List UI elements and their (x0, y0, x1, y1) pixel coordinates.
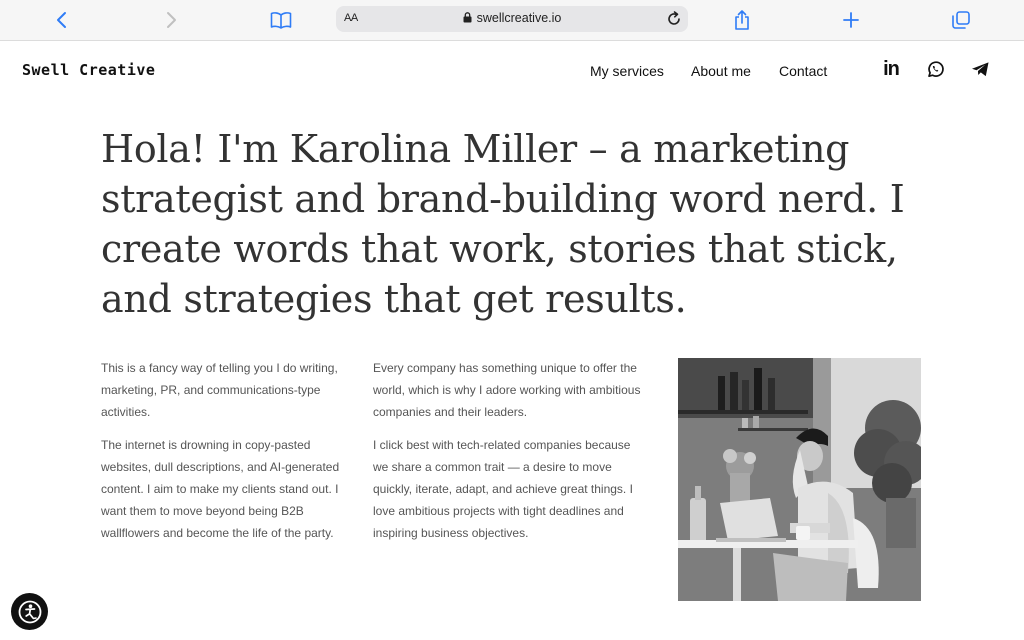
linkedin-icon[interactable]: in (880, 58, 902, 80)
book-icon[interactable] (268, 7, 294, 33)
chevron-right-icon[interactable] (158, 7, 184, 33)
plus-icon[interactable] (838, 7, 864, 33)
linkedin-icon-label: in (883, 58, 900, 80)
share-icon[interactable] (729, 7, 755, 33)
site-logo[interactable]: Swell Creative (22, 61, 155, 79)
accessibility-icon[interactable] (11, 593, 48, 630)
intro-column-left: This is a fancy way of telling you I do … (101, 358, 351, 556)
portrait-photo (678, 358, 921, 601)
chevron-left-icon[interactable] (49, 7, 75, 33)
url-field[interactable]: swellcreative.io (336, 11, 688, 26)
browser-toolbar: AA swellcreative.io (0, 0, 1024, 41)
whatsapp-icon[interactable] (924, 58, 946, 80)
telegram-icon[interactable] (969, 58, 991, 80)
paragraph: I click best with tech-related companies… (373, 438, 633, 540)
nav-my-services[interactable]: My services (590, 63, 664, 79)
reload-icon[interactable] (665, 10, 683, 33)
intro-column-right: Every company has something unique to of… (373, 358, 641, 556)
nav-about-me[interactable]: About me (691, 63, 751, 79)
tabs-icon[interactable] (948, 7, 974, 33)
url-text: swellcreative.io (476, 11, 562, 25)
paragraph: This is a fancy way of telling you I do … (101, 361, 338, 419)
paragraph: Every company has something unique to of… (373, 361, 641, 419)
lock-icon (463, 12, 472, 26)
address-bar[interactable]: AA swellcreative.io (336, 6, 688, 32)
paragraph: The internet is drowning in copy-pasted … (101, 438, 340, 540)
hero-headline: Hola! I'm Karolina Miller – a marketing … (101, 127, 905, 321)
nav-contact[interactable]: Contact (779, 63, 827, 79)
